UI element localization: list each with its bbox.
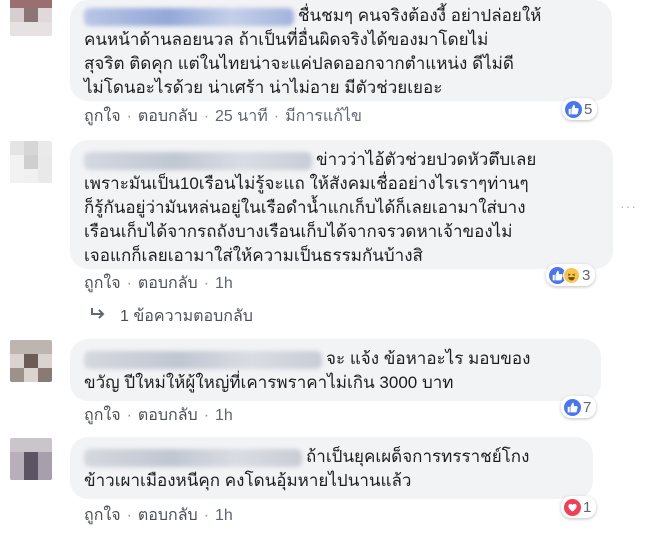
avatar[interactable] bbox=[10, 438, 52, 480]
like-link[interactable]: ถูกใจ bbox=[84, 507, 121, 524]
like-link[interactable]: ถูกใจ bbox=[84, 275, 121, 292]
reply-link[interactable]: ตอบกลับ bbox=[138, 275, 198, 292]
reply-link[interactable]: ตอบกลับ bbox=[138, 108, 198, 125]
separator-dot: · bbox=[126, 108, 132, 125]
reaction-count: 3 bbox=[582, 266, 591, 284]
laughing-face-icon bbox=[563, 266, 580, 284]
commenter-name-blurred[interactable] bbox=[84, 350, 322, 369]
reply-link[interactable]: ตอบกลับ bbox=[138, 507, 198, 524]
separator-dot: · bbox=[273, 108, 280, 125]
reaction-count: 7 bbox=[583, 398, 592, 416]
avatar[interactable] bbox=[10, 141, 52, 183]
reaction-summary[interactable]: 5 bbox=[562, 98, 598, 120]
view-replies-link[interactable]: 1 ข้อความตอบกลับ bbox=[90, 306, 253, 328]
replies-count-label: 1 ข้อความตอบกลับ bbox=[120, 308, 253, 325]
separator-dot: · bbox=[203, 407, 210, 424]
separator-dot: · bbox=[126, 275, 132, 292]
reply-link[interactable]: ตอบกลับ bbox=[138, 407, 198, 424]
commenter-name-blurred[interactable] bbox=[84, 7, 294, 26]
separator-dot: · bbox=[126, 507, 132, 524]
comment-timestamp[interactable]: 1h bbox=[215, 507, 233, 524]
edited-label[interactable]: มีการแก้ไข bbox=[285, 108, 362, 125]
reaction-summary[interactable]: 1 bbox=[561, 496, 597, 518]
separator-dot: · bbox=[203, 108, 210, 125]
reaction-count: 5 bbox=[584, 100, 593, 118]
heart-icon bbox=[564, 498, 581, 516]
avatar[interactable] bbox=[10, 0, 52, 36]
comment-bubble: จะ แจ้ง ข้อหาอะไร มอบของ ขวัญ ปีใหม่ให้ผ… bbox=[70, 339, 601, 401]
separator-dot: · bbox=[126, 407, 132, 424]
like-link[interactable]: ถูกใจ bbox=[84, 108, 121, 125]
avatar[interactable] bbox=[10, 340, 52, 382]
comment-timestamp[interactable]: 1h bbox=[215, 275, 233, 292]
comment-timestamp[interactable]: 25 นาที bbox=[215, 108, 268, 125]
reaction-summary[interactable]: 3 bbox=[546, 264, 596, 286]
comment-bubble: ชื่นชมๆ คนจริงต้องงี้ อย่าปล่อยให้ คนหน้… bbox=[70, 0, 612, 101]
reaction-summary[interactable]: 7 bbox=[561, 396, 597, 418]
commenter-name-blurred[interactable] bbox=[84, 448, 302, 467]
thumbs-up-icon bbox=[565, 100, 582, 118]
comment-bubble: ข่าวว่าไอ้ตัวช่วยปวดหัวตึบเลย เพราะมันเป… bbox=[70, 140, 613, 269]
thumbs-up-icon bbox=[564, 398, 581, 416]
reply-arrow-icon bbox=[90, 306, 106, 328]
like-link[interactable]: ถูกใจ bbox=[84, 407, 121, 424]
commenter-name-blurred[interactable] bbox=[84, 151, 312, 170]
separator-dot: · bbox=[203, 275, 210, 292]
comment-timestamp[interactable]: 1h bbox=[215, 407, 233, 424]
separator-dot: · bbox=[203, 507, 210, 524]
comment-actions: ถูกใจ · ตอบกลับ · 1h bbox=[84, 274, 233, 294]
comment-bubble: ถ้าเป็นยุคเผด็จการทรราชย์โกง ข้าวเผาเมือ… bbox=[70, 437, 593, 499]
more-options-icon[interactable]: ··· bbox=[620, 198, 637, 214]
comment-actions: ถูกใจ · ตอบกลับ · 1h bbox=[84, 406, 233, 426]
comment-actions: ถูกใจ · ตอบกลับ · 25 นาที · มีการแก้ไข bbox=[84, 107, 362, 127]
comment-actions: ถูกใจ · ตอบกลับ · 1h bbox=[84, 506, 233, 526]
reaction-count: 1 bbox=[583, 498, 592, 516]
